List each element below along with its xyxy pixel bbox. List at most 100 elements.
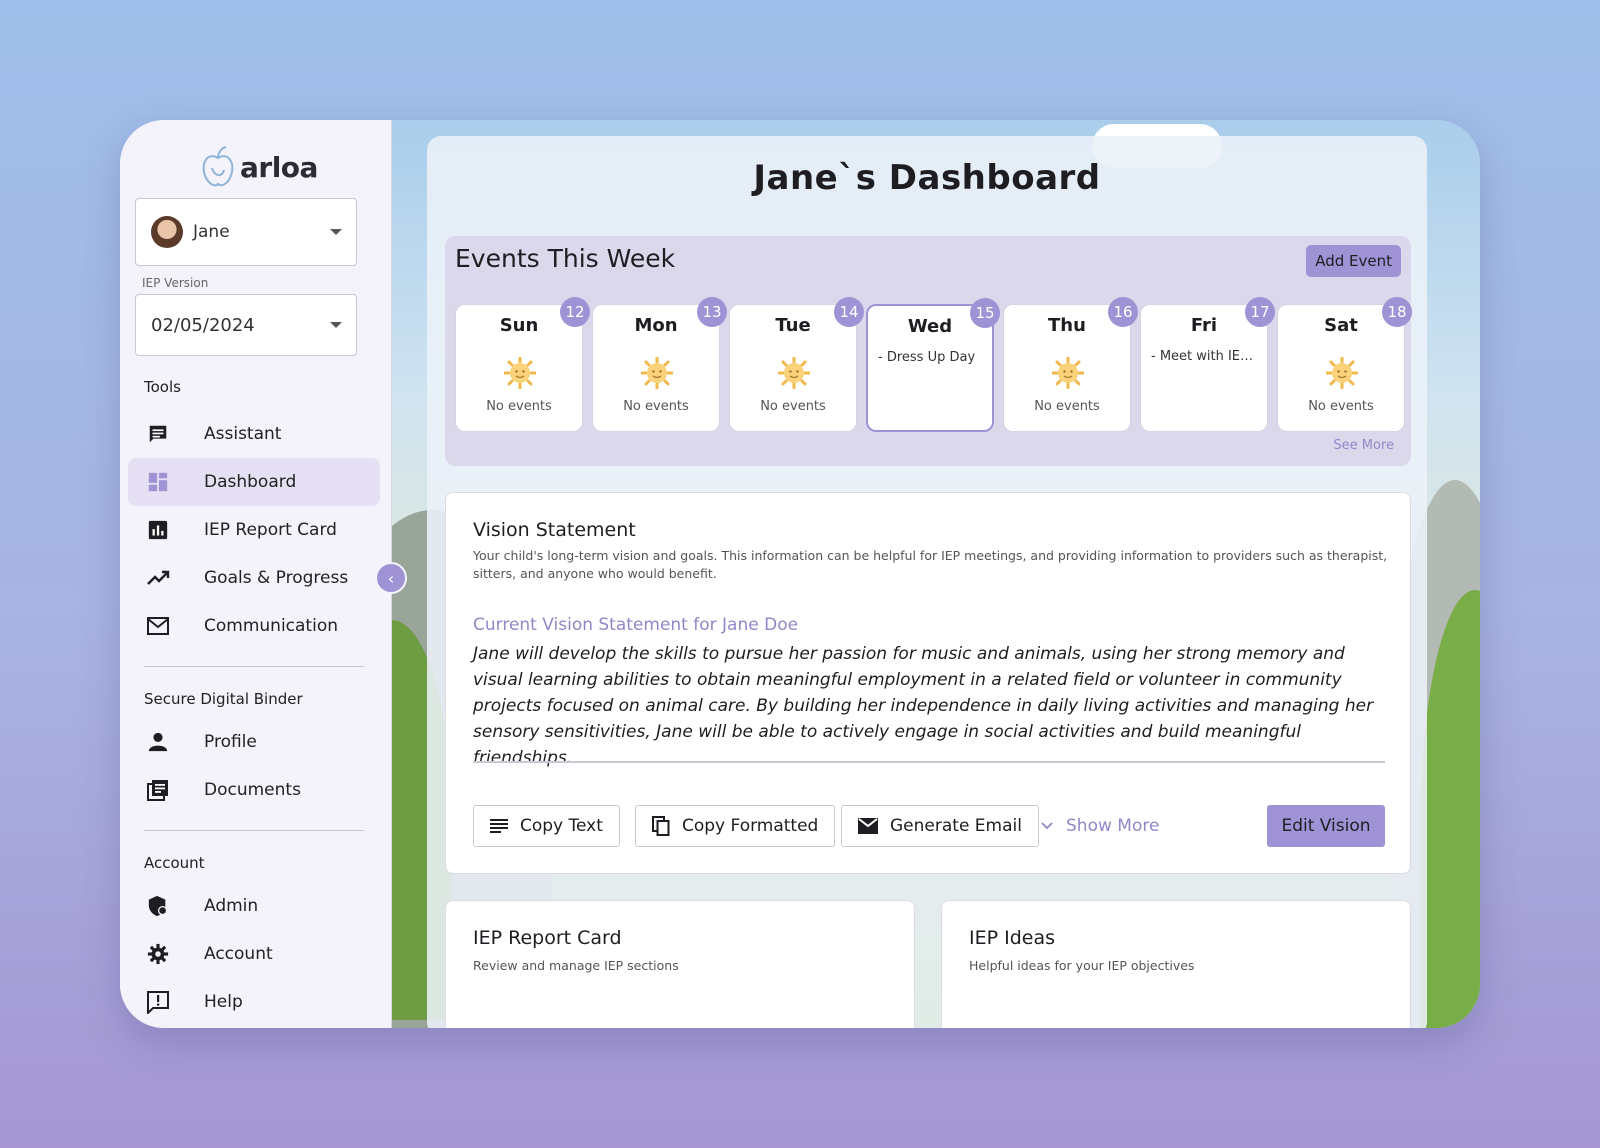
no-events-text: No events — [1034, 399, 1100, 414]
day-date-badge: 13 — [697, 297, 727, 327]
no-events-text: No events — [1308, 399, 1374, 414]
page-title: Jane`s Dashboard — [753, 158, 1101, 198]
sidebar: arloa Jane IEP Version 02/05/2024 Tools … — [120, 120, 392, 1028]
day-card-mon[interactable]: Mon 13 No events — [592, 297, 727, 432]
show-more-toggle[interactable]: Show More — [1040, 805, 1159, 847]
gear-icon — [146, 942, 170, 966]
day-card-tue[interactable]: Tue 14 No events — [729, 297, 864, 432]
report-card-subtitle: Review and manage IEP sections — [473, 958, 679, 973]
vision-heading: Current Vision Statement for Jane Doe — [473, 615, 799, 635]
text-lines-icon — [490, 819, 508, 833]
help-icon — [146, 990, 170, 1014]
iep-report-card-card[interactable]: IEP Report Card Review and manage IEP se… — [445, 900, 915, 1028]
vision-title: Vision Statement — [473, 519, 636, 541]
no-events-text: No events — [486, 399, 552, 414]
sidebar-item-admin[interactable]: Admin — [128, 882, 380, 930]
day-card-fri[interactable]: Fri 17 - Meet with IEP ... — [1140, 297, 1275, 432]
no-events-text: No events — [760, 399, 826, 414]
vision-statement-card: Vision Statement Your child's long-term … — [445, 492, 1411, 874]
day-card-thu[interactable]: Thu 16 No events — [1003, 297, 1138, 432]
sidebar-item-help[interactable]: Help — [128, 978, 380, 1026]
sidebar-item-label: Account — [204, 944, 273, 964]
day-date-badge: 12 — [560, 297, 590, 327]
day-card-sat[interactable]: Sat 18 No events — [1277, 297, 1412, 432]
app-window: arloa Jane IEP Version 02/05/2024 Tools … — [120, 120, 1480, 1028]
sidebar-item-label: Assistant — [204, 424, 282, 444]
sidebar-item-account[interactable]: Account — [128, 930, 380, 978]
day-date-badge: 16 — [1108, 297, 1138, 327]
ideas-subtitle: Helpful ideas for your IEP objectives — [969, 958, 1195, 973]
collapse-sidebar-button[interactable]: ‹ — [375, 562, 407, 594]
events-title: Events This Week — [455, 244, 676, 273]
chevron-left-icon: ‹ — [387, 568, 395, 588]
vision-text: Jane will develop the skills to pursue h… — [473, 644, 1374, 768]
copy-text-button[interactable]: Copy Text — [473, 805, 620, 847]
day-date-badge: 18 — [1382, 297, 1412, 327]
copy-icon — [652, 816, 670, 836]
brand-name: arloa — [240, 150, 318, 184]
dashboard-panel: Jane`s Dashboard Events This Week Add Ev… — [427, 136, 1427, 1028]
iep-version-value: 02/05/2024 — [151, 314, 255, 336]
account-section-title: Account — [144, 854, 205, 872]
main-content: Jane`s Dashboard Events This Week Add Ev… — [392, 120, 1480, 1028]
sidebar-item-dashboard[interactable]: Dashboard — [128, 458, 380, 506]
sidebar-item-profile[interactable]: Profile — [128, 718, 380, 766]
mail-icon — [146, 614, 170, 638]
iep-version-label: IEP Version — [142, 276, 209, 290]
day-card-wed[interactable]: Wed 15 - Dress Up Day — [866, 298, 1000, 432]
events-this-week: Events This Week Add Event Sun 12 No eve… — [445, 236, 1412, 466]
generate-email-button[interactable]: Generate Email — [841, 805, 1039, 847]
apple-logo-icon — [202, 146, 234, 187]
user-name: Jane — [193, 222, 230, 242]
tools-section-title: Tools — [144, 378, 181, 396]
trending-up-icon — [146, 566, 170, 590]
sidebar-item-assistant[interactable]: Assistant — [128, 410, 380, 458]
copy-formatted-label: Copy Formatted — [682, 816, 819, 836]
binder-section-title: Secure Digital Binder — [144, 690, 303, 708]
admin-shield-icon — [146, 894, 170, 918]
divider — [473, 761, 1385, 763]
add-event-button[interactable]: Add Event — [1306, 245, 1401, 277]
sidebar-item-label: Admin — [204, 896, 259, 916]
dropdown-arrow-icon — [330, 322, 342, 328]
event-item[interactable]: - Dress Up Day — [878, 350, 984, 365]
day-date-badge: 15 — [970, 298, 1000, 328]
user-select[interactable]: Jane — [135, 198, 357, 266]
sun-icon — [778, 357, 810, 389]
chevron-down-icon — [1041, 822, 1053, 830]
dashboard-icon — [146, 470, 170, 494]
no-events-text: No events — [623, 399, 689, 414]
sun-icon — [504, 357, 536, 389]
sun-icon — [1326, 357, 1358, 389]
sidebar-item-iep-report-card[interactable]: IEP Report Card — [128, 506, 380, 554]
sidebar-item-goals-progress[interactable]: Goals & Progress — [128, 554, 380, 602]
brand-logo[interactable]: arloa — [200, 144, 318, 190]
sidebar-item-label: Documents — [204, 780, 301, 800]
divider — [144, 666, 364, 667]
sidebar-item-documents[interactable]: Documents — [128, 766, 380, 814]
edit-vision-button[interactable]: Edit Vision — [1267, 805, 1385, 847]
event-item[interactable]: - Meet with IEP ... — [1151, 349, 1259, 364]
sidebar-item-label: Communication — [204, 616, 338, 636]
divider — [144, 830, 364, 831]
day-card-sun[interactable]: Sun 12 No events — [455, 297, 590, 432]
generate-email-label: Generate Email — [890, 816, 1022, 836]
sidebar-item-communication[interactable]: Communication — [128, 602, 380, 650]
sun-icon — [1052, 357, 1084, 389]
iep-ideas-card[interactable]: IEP Ideas Helpful ideas for your IEP obj… — [941, 900, 1411, 1028]
mail-icon — [858, 818, 878, 834]
person-icon — [146, 730, 170, 754]
sidebar-item-label: IEP Report Card — [204, 520, 337, 540]
sidebar-item-label: Help — [204, 992, 243, 1012]
see-more-link[interactable]: See More — [1333, 438, 1394, 453]
chat-icon — [146, 422, 170, 446]
copy-formatted-button[interactable]: Copy Formatted — [635, 805, 836, 847]
sidebar-item-label: Profile — [204, 732, 257, 752]
sidebar-item-label: Dashboard — [204, 472, 297, 492]
day-date-badge: 14 — [834, 297, 864, 327]
iep-version-select[interactable]: 02/05/2024 — [135, 294, 357, 356]
documents-icon — [146, 778, 170, 802]
vision-subtitle: Your child's long-term vision and goals.… — [473, 548, 1388, 581]
day-date-badge: 17 — [1245, 297, 1275, 327]
dropdown-arrow-icon — [330, 229, 342, 235]
